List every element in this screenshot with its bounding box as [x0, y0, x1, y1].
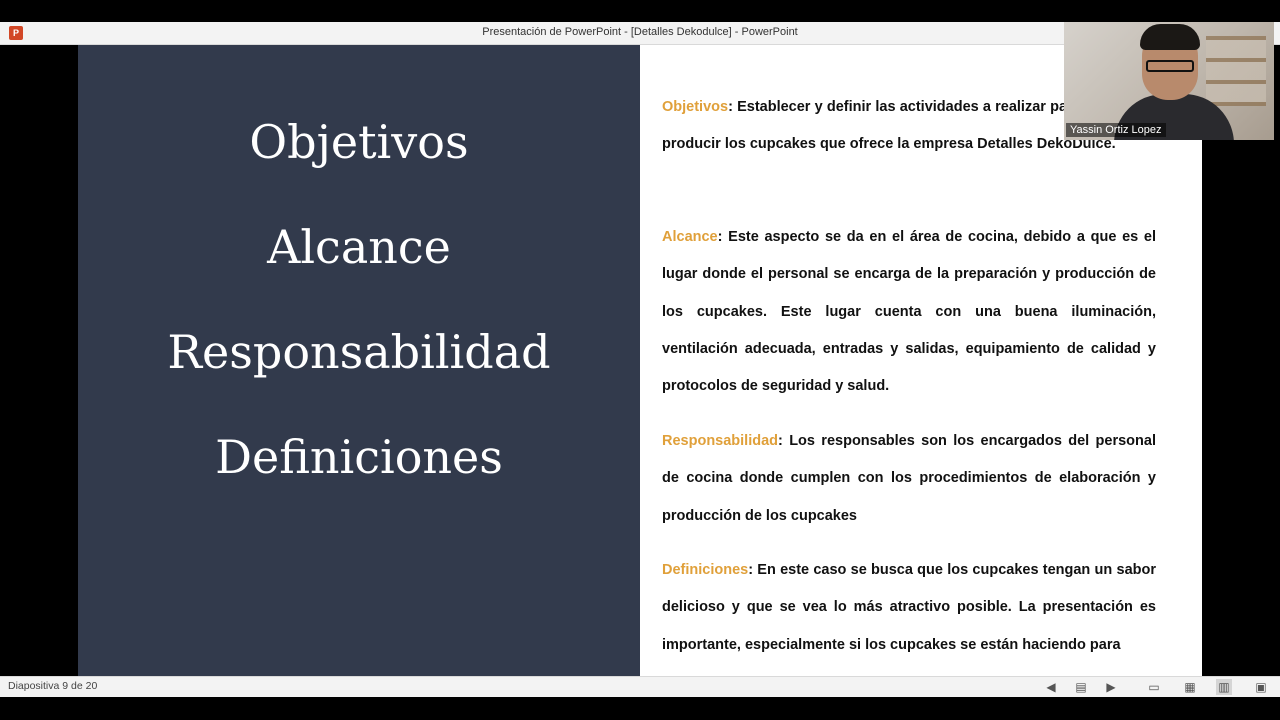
topic-responsabilidad: Responsabilidad	[167, 325, 551, 379]
label-objetivos: Objetivos	[662, 99, 729, 115]
reading-view-icon[interactable]: ▥	[1216, 679, 1232, 695]
label-alcance: Alcance	[662, 229, 718, 245]
paragraph-alcance: Alcance: Este aspecto se da en el área d…	[662, 219, 1156, 405]
slide-counter: Diapositiva 9 de 20	[8, 680, 98, 692]
paragraph-definiciones: Definiciones: En este caso se busca que …	[662, 552, 1156, 664]
next-slide-icon[interactable]: ▶	[1103, 679, 1119, 695]
slide-sorter-icon[interactable]: ▦	[1182, 679, 1198, 695]
participant-hair	[1140, 24, 1200, 50]
normal-view-icon[interactable]: ▭	[1146, 679, 1162, 695]
participant-video-tile[interactable]: Yassin Ortiz Lopez	[1064, 22, 1274, 140]
participant-name: Yassin Ortiz Lopez	[1066, 123, 1166, 137]
previous-slide-icon[interactable]: ◀	[1043, 679, 1059, 695]
label-definiciones: Definiciones	[662, 562, 749, 578]
participant-glasses	[1146, 60, 1194, 72]
status-bar: Diapositiva 9 de 20 ◀ ▤ ▶ ▭ ▦ ▥ ▣	[0, 676, 1280, 697]
topic-definiciones: Definiciones	[215, 430, 503, 484]
slide-left-panel: Objetivos Alcance Responsabilidad Defini…	[78, 45, 640, 676]
text-alcance: : Este aspecto se da en el área de cocin…	[662, 229, 1156, 395]
topic-objetivos: Objetivos	[249, 115, 469, 169]
paragraph-responsabilidad: Responsabilidad: Los responsables son lo…	[662, 423, 1156, 535]
slide-menu-icon[interactable]: ▤	[1073, 679, 1089, 695]
label-responsabilidad: Responsabilidad	[662, 433, 779, 449]
slideshow-icon[interactable]: ▣	[1253, 679, 1269, 695]
background-shelf	[1206, 36, 1266, 106]
bottom-black-strip	[0, 697, 1280, 720]
topic-alcance: Alcance	[267, 220, 451, 274]
